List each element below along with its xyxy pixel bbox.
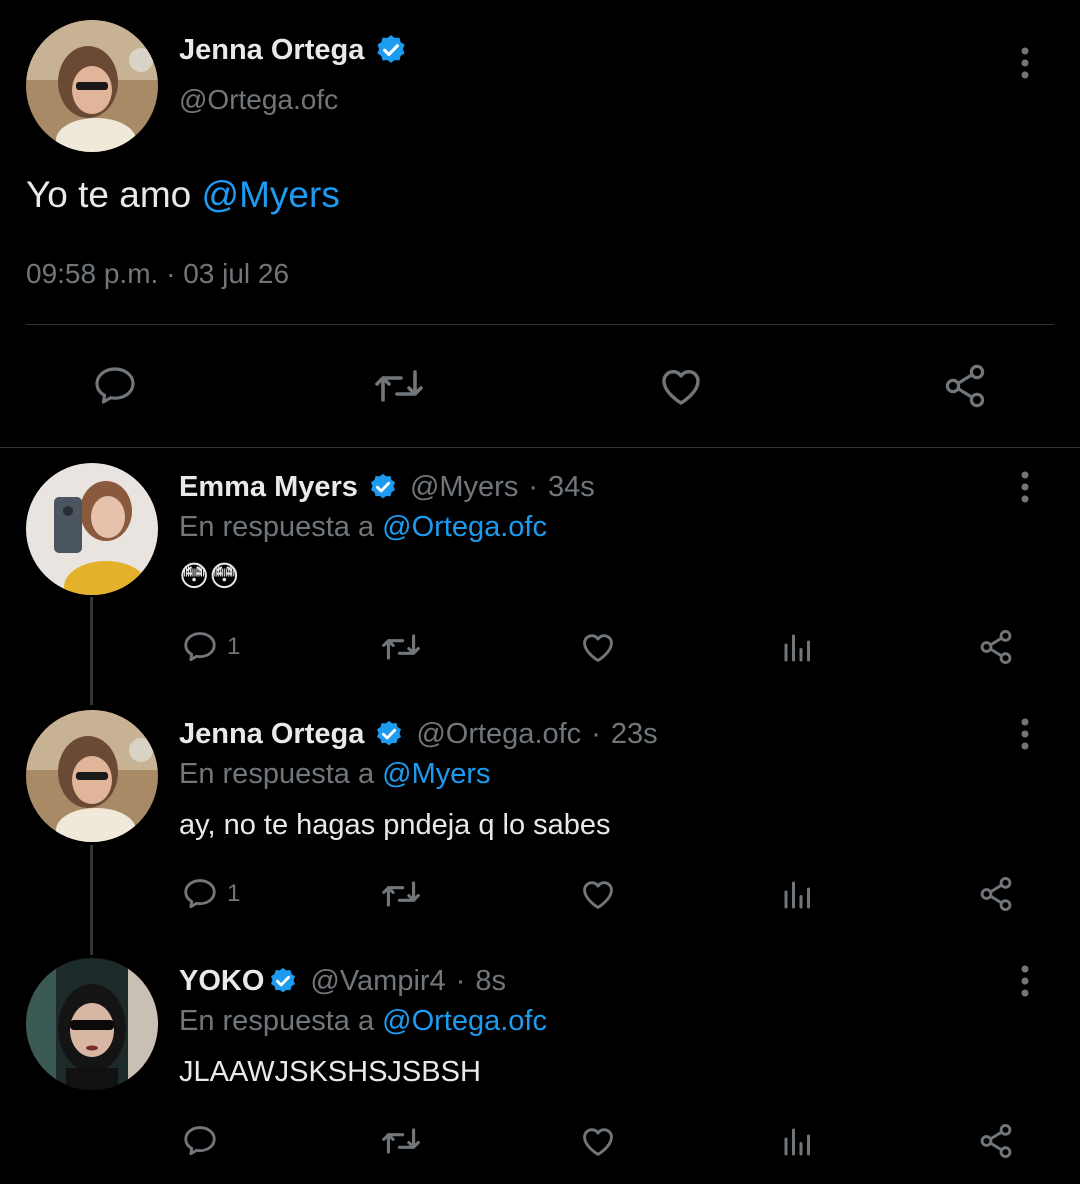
tweet-time: 09:58 p.m. <box>26 258 159 289</box>
retweet-button[interactable] <box>379 1122 423 1160</box>
views-icon <box>784 634 810 662</box>
heart-icon <box>583 1128 613 1156</box>
like-button[interactable] <box>579 1122 617 1160</box>
share-icon <box>980 877 1012 911</box>
more-options-icon[interactable] <box>1005 43 1045 83</box>
replying-to-prefix: En respuesta a <box>179 758 383 790</box>
retweet-icon <box>382 1128 420 1154</box>
replying-to: En respuesta a @Ortega.ofc <box>179 507 547 547</box>
dot-separator: · <box>455 965 466 997</box>
views-button[interactable] <box>780 630 816 666</box>
main-tweet-author-name[interactable]: Jenna Ortega <box>179 30 408 70</box>
retweet-icon <box>382 881 420 907</box>
views-button[interactable] <box>780 1124 816 1160</box>
reply-button[interactable]: 1 <box>181 628 240 666</box>
replying-to: En respuesta a @Ortega.ofc <box>179 1001 547 1041</box>
views-icon <box>784 881 810 909</box>
views-button[interactable] <box>780 877 816 913</box>
thread-line <box>90 845 93 955</box>
avatar-jenna-ortega[interactable] <box>26 20 158 152</box>
verified-badge-icon <box>374 719 404 749</box>
reply-text: ay, no te hagas pndeja q lo sabes <box>179 809 611 841</box>
heart-icon <box>583 634 613 662</box>
share-icon <box>945 364 985 408</box>
reply-author-handle[interactable]: @Vampir4 <box>310 961 445 1001</box>
reply-time: 34s <box>548 471 595 503</box>
reply-author-handle[interactable]: @Ortega.ofc <box>416 714 581 754</box>
reply-icon <box>184 632 216 662</box>
tweet-text-plain: Yo te amo <box>26 174 202 215</box>
main-tweet-timestamp[interactable]: 09:58 p.m. · 03 jul 26 <box>26 254 289 294</box>
main-tweet-handle[interactable]: @Ortega.ofc <box>179 80 338 120</box>
reply-button[interactable]: 1 <box>181 875 240 913</box>
verified-badge-icon <box>368 472 398 502</box>
like-button[interactable] <box>579 628 617 666</box>
thread-line <box>90 597 93 705</box>
avatar-yoko[interactable] <box>26 958 158 1090</box>
avatar-jenna-ortega[interactable] <box>26 710 158 842</box>
divider <box>26 324 1054 325</box>
share-button[interactable] <box>976 1122 1016 1160</box>
time-separator: · <box>158 258 184 289</box>
reply-icon <box>184 1126 216 1156</box>
more-options-icon[interactable] <box>1005 467 1045 507</box>
replying-to-mention[interactable]: @Ortega.ofc <box>382 511 547 543</box>
dot-separator: · <box>591 718 601 750</box>
share-icon <box>980 1124 1012 1158</box>
reply-header: Emma Myers @Myers · 34s <box>179 467 595 507</box>
views-icon <box>784 1128 810 1156</box>
share-button[interactable] <box>976 875 1016 913</box>
more-options-icon[interactable] <box>1005 961 1045 1001</box>
section-separator <box>0 447 1080 448</box>
reply-text: JLAAWJSKSHSJSBSH <box>179 1056 481 1088</box>
reply-count: 1 <box>227 633 241 660</box>
reply-text: 😳😳 <box>179 561 240 593</box>
reply-author-name[interactable]: YOKO <box>179 961 264 1001</box>
reply-button[interactable] <box>181 1122 227 1160</box>
share-icon <box>980 630 1012 664</box>
like-button[interactable] <box>579 875 617 913</box>
reply-author-handle[interactable]: @Myers <box>410 467 518 507</box>
replying-to-mention[interactable]: @Myers <box>382 758 490 790</box>
retweet-icon <box>382 634 420 660</box>
like-button[interactable] <box>656 362 706 410</box>
retweet-button[interactable] <box>370 362 428 410</box>
reply-author-name[interactable]: Emma Myers <box>179 467 358 507</box>
reply-header: Jenna Ortega @Ortega.ofc · 23s <box>179 714 658 754</box>
replying-to-mention[interactable]: @Ortega.ofc <box>382 1005 547 1037</box>
heart-icon <box>583 881 613 909</box>
replying-to-prefix: En respuesta a <box>179 1005 383 1037</box>
main-tweet-text: Yo te amo @Myers <box>26 170 340 220</box>
replying-to-prefix: En respuesta a <box>179 511 383 543</box>
reply-time: 23s <box>610 718 658 750</box>
retweet-icon <box>375 370 423 402</box>
verified-badge-icon <box>374 33 408 67</box>
verified-badge-icon <box>268 966 298 996</box>
reply-author-name[interactable]: Jenna Ortega <box>179 714 364 754</box>
avatar-emma-myers[interactable] <box>26 463 158 595</box>
reply-time: 8s <box>475 965 506 997</box>
more-options-icon[interactable] <box>1005 714 1045 754</box>
reply-button[interactable] <box>90 362 140 410</box>
author-name-text: Jenna Ortega <box>179 34 365 66</box>
mention-link[interactable]: @Myers <box>202 174 340 215</box>
reply-count: 1 <box>227 880 241 907</box>
share-button[interactable] <box>976 628 1016 666</box>
tweet-date: 03 jul 26 <box>183 258 290 289</box>
retweet-button[interactable] <box>379 628 423 666</box>
dot-separator: · <box>528 471 538 503</box>
reply-icon <box>184 879 216 909</box>
replying-to: En respuesta a @Myers <box>179 754 491 794</box>
heart-icon <box>662 369 700 405</box>
retweet-button[interactable] <box>379 875 423 913</box>
share-button[interactable] <box>940 362 990 410</box>
reply-icon <box>95 367 135 404</box>
reply-header: YOKO @Vampir4 · 8s <box>179 961 506 1001</box>
